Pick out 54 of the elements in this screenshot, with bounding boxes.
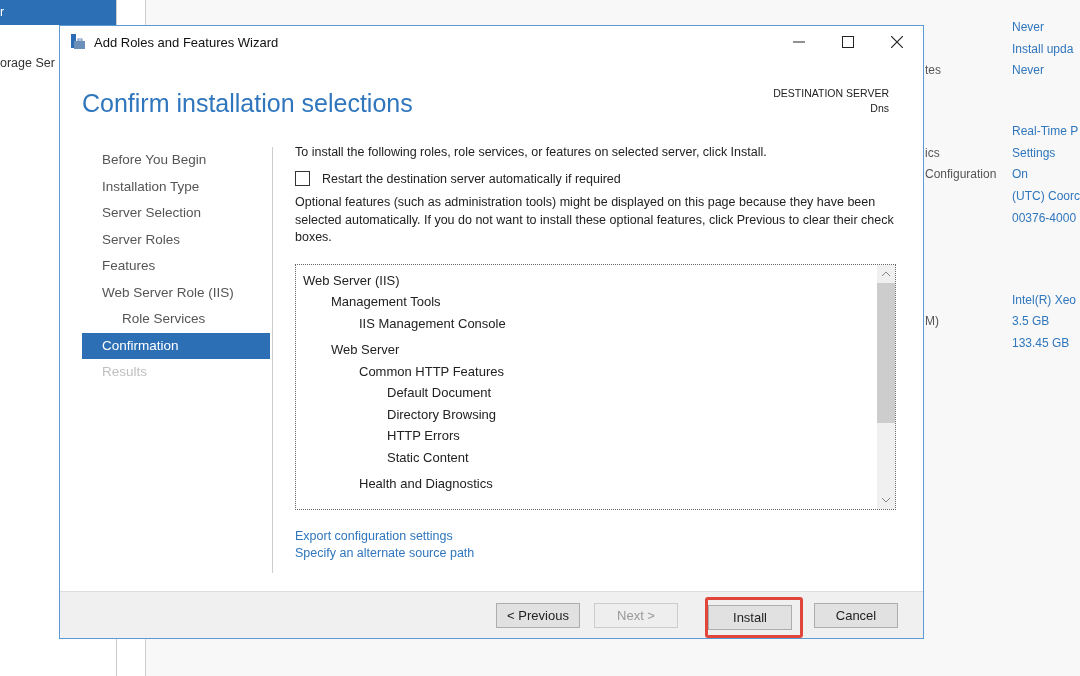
property-link[interactable]: On xyxy=(1012,164,1028,187)
wizard-step[interactable]: Confirmation xyxy=(82,332,270,359)
feature-item: Web Server (IIS) xyxy=(303,271,401,290)
server-toolbox-icon xyxy=(70,34,86,50)
property-label: Configuration xyxy=(925,167,997,182)
feature-item: Directory Browsing xyxy=(387,405,498,424)
property-link[interactable]: 00376-4000 xyxy=(1012,207,1077,230)
wizard-step[interactable]: Role Services xyxy=(82,306,270,333)
wizard-step[interactable]: Before You Begin xyxy=(82,147,270,174)
link[interactable]: Specify an alternate source path xyxy=(295,545,475,563)
wizard-step[interactable]: Web Server Role (IIS) xyxy=(82,279,270,306)
destination-label: DESTINATION SERVER xyxy=(773,86,889,101)
feature-item: Web Server xyxy=(331,341,401,359)
close-icon[interactable] xyxy=(891,36,903,48)
note-text: Optional features (such as administration tools) might be displayed on this page because they have been selected automatically. If you do not want to install these optional features, click Previous to clear their check boxes. xyxy=(295,194,895,246)
property-link[interactable]: Never xyxy=(1012,60,1044,83)
property-label: tes xyxy=(925,63,941,78)
wizard-step[interactable]: Installation Type xyxy=(82,173,270,200)
property-label: M) xyxy=(925,314,939,329)
wizard-step[interactable]: Server Roles xyxy=(82,226,270,253)
scroll-down-icon[interactable] xyxy=(881,496,891,503)
checkbox-label[interactable]: Restart the destination server automatically if required xyxy=(322,171,621,186)
page-heading: Confirm installation selections xyxy=(82,89,413,119)
maximize-icon[interactable] xyxy=(842,36,854,48)
property-link[interactable]: (UTC) Coorc xyxy=(1012,186,1080,208)
feature-item: IIS Management Console xyxy=(359,314,507,333)
feature-item: Default Document xyxy=(387,384,493,402)
feature-item: Health and Diagnostics xyxy=(359,475,494,493)
feature-item: Management Tools xyxy=(331,293,442,311)
property-link[interactable]: Never xyxy=(1012,17,1044,39)
sidebar-item[interactable]: orage Ser xyxy=(0,52,55,74)
scrollbar-thumb[interactable] xyxy=(877,282,895,423)
property-link[interactable]: Intel(R) Xeo xyxy=(1012,289,1077,312)
wizard-button[interactable]: Install xyxy=(708,604,792,630)
feature-item: Static Content xyxy=(387,448,470,467)
wizard-step[interactable]: Features xyxy=(82,253,270,280)
instruction-text: To install the following roles, role services, or features on selected server, click Install. xyxy=(295,145,768,159)
wizard-button[interactable]: Cancel xyxy=(814,602,898,628)
wizard-button[interactable]: < Previous xyxy=(496,602,580,628)
feature-item: Common HTTP Features xyxy=(359,362,505,381)
sidebar-item[interactable]: r xyxy=(0,0,116,25)
wizard-step[interactable]: Server Selection xyxy=(82,200,270,227)
window-title: Add Roles and Features Wizard xyxy=(94,34,279,50)
property-link[interactable]: 3.5 GB xyxy=(1012,311,1050,333)
property-link[interactable]: 133.45 GB xyxy=(1012,332,1070,355)
property-label: ics xyxy=(925,145,940,160)
scroll-up-icon[interactable] xyxy=(881,270,891,277)
destination-server: Dns xyxy=(869,101,889,116)
link[interactable]: Export configuration settings xyxy=(295,527,453,545)
feature-item: HTTP Errors xyxy=(387,427,461,445)
property-link[interactable]: Real-Time P xyxy=(1012,121,1079,143)
property-link[interactable]: Settings xyxy=(1012,142,1056,165)
property-link[interactable]: Install upda xyxy=(1012,38,1074,61)
restart-checkbox[interactable] xyxy=(295,171,310,186)
